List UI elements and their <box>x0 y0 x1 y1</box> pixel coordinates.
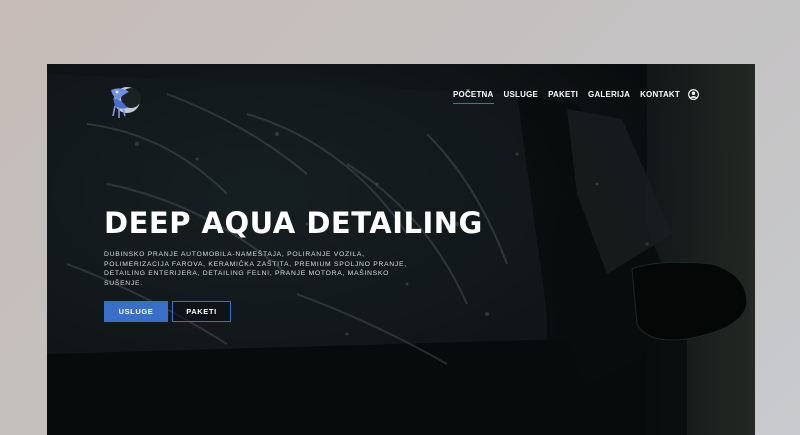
browser-viewport: POČETNA USLUGE PAKETI GALERIJA KONTAKT D… <box>47 64 755 435</box>
main-menu: POČETNA USLUGE PAKETI GALERIJA KONTAKT <box>453 88 699 104</box>
paketi-button[interactable]: PAKETI <box>172 301 231 322</box>
hero-description: Dubinsko pranje automobila-nameštaja, po… <box>104 251 407 287</box>
nav-galerija[interactable]: GALERIJA <box>588 88 630 101</box>
usluge-button[interactable]: USLUGE <box>104 301 168 322</box>
nav-kontakt[interactable]: KONTAKT <box>640 88 680 101</box>
hero-title: DEEP AQUA DETAILING <box>104 206 483 240</box>
deep-aqua-logo[interactable] <box>103 80 147 124</box>
nav-pocetna[interactable]: POČETNA <box>453 88 494 104</box>
nav-usluge[interactable]: USLUGE <box>504 88 539 101</box>
nav-paketi[interactable]: PAKETI <box>548 88 578 101</box>
user-account-icon[interactable] <box>688 89 699 100</box>
top-navigation: POČETNA USLUGE PAKETI GALERIJA KONTAKT <box>47 87 755 118</box>
